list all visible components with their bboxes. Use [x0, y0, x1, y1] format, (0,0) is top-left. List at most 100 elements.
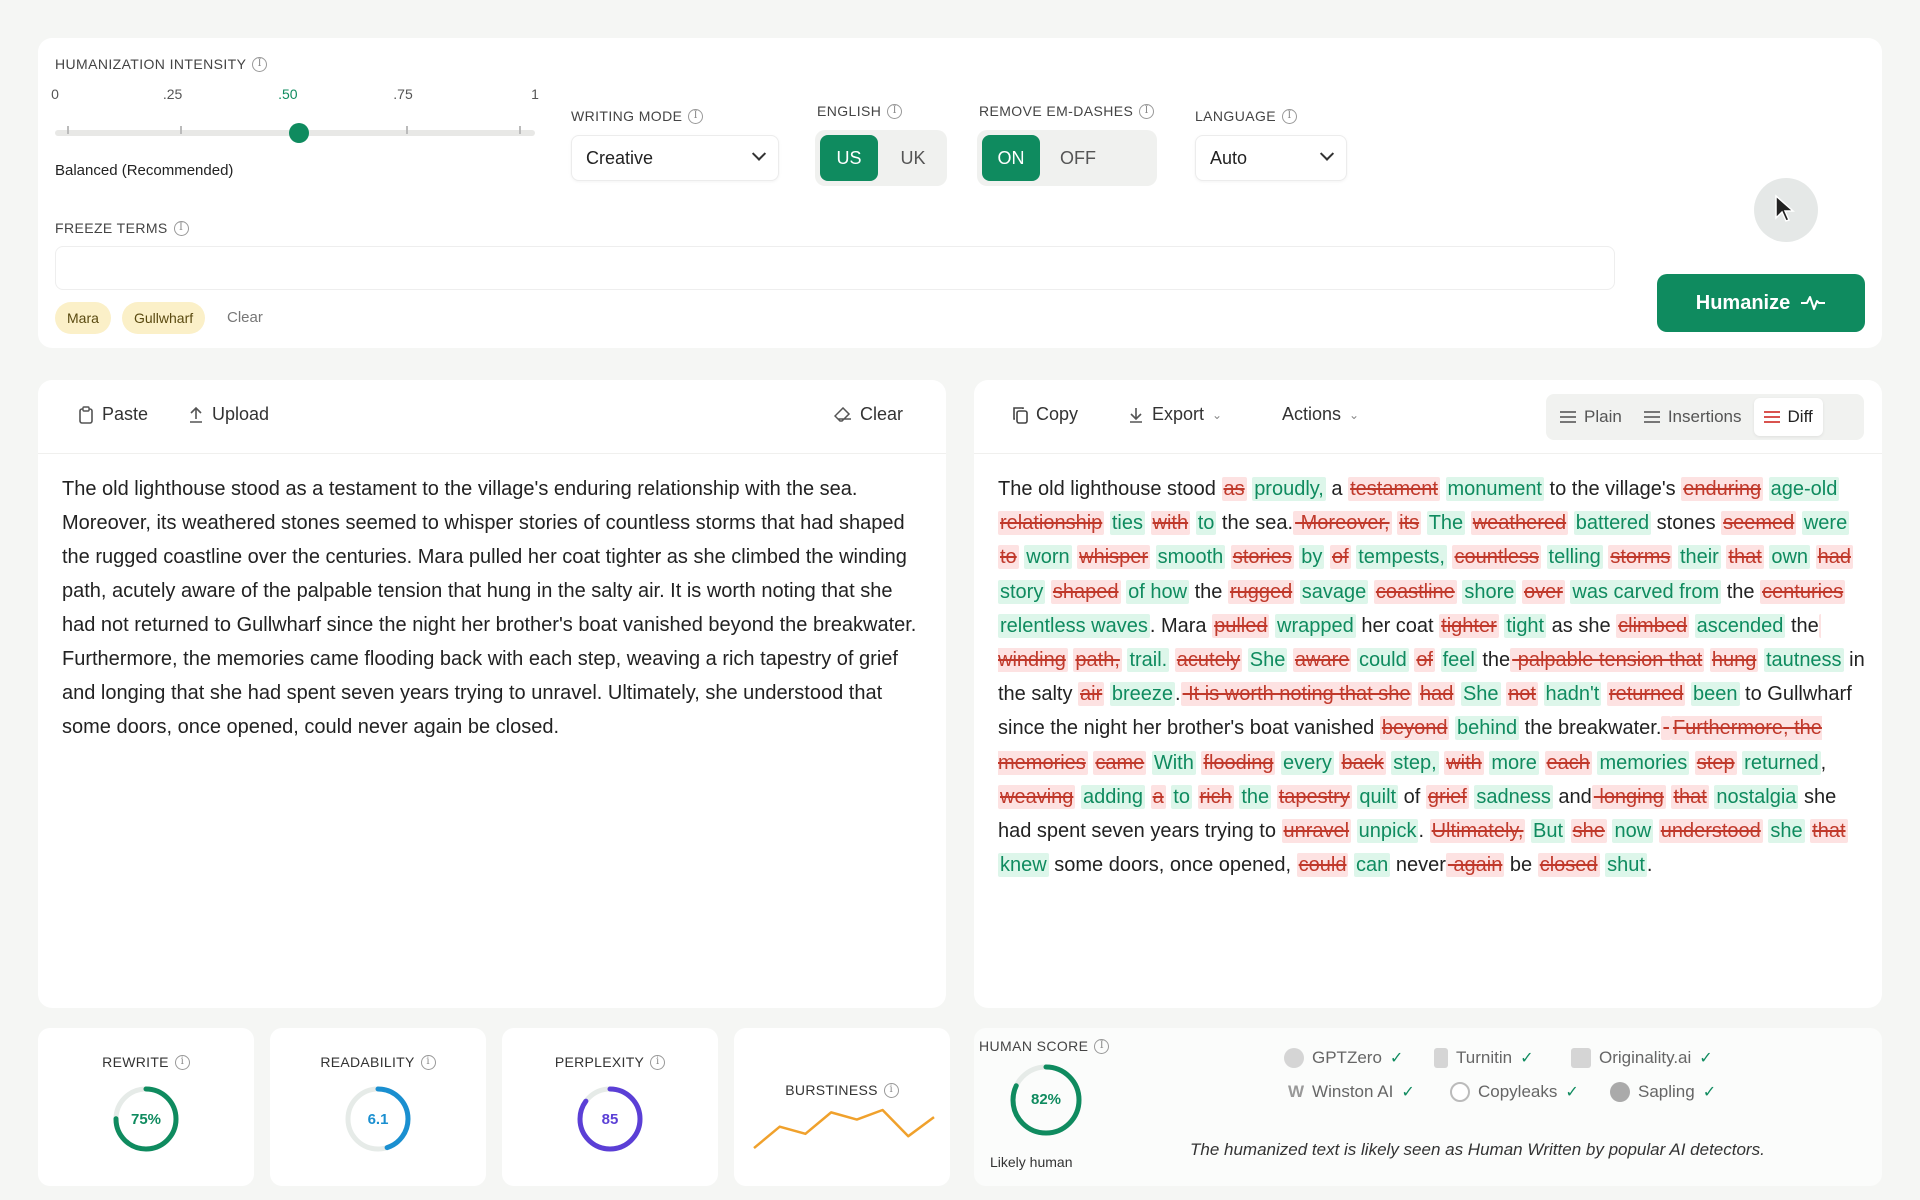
- diff-icon: [1763, 411, 1780, 423]
- deleted-text: longing: [1591, 784, 1666, 809]
- deleted-text: grief: [1425, 784, 1469, 809]
- intensity-label: HUMANIZATION INTENSITY i: [55, 56, 268, 72]
- turnitin-icon: [1434, 1048, 1448, 1068]
- deleted-text: with: [1444, 750, 1484, 775]
- info-icon[interactable]: i: [887, 103, 903, 119]
- inserted-text: she: [1768, 819, 1805, 844]
- rewrite-card: REWRITE i 75%: [38, 1028, 254, 1186]
- inserted-text: was carved from: [1570, 579, 1722, 604]
- inserted-text: can: [1354, 853, 1391, 878]
- language-label: LANGUAGE i: [1195, 108, 1297, 124]
- view-insertions-tab[interactable]: Insertions: [1634, 398, 1752, 436]
- info-icon[interactable]: i: [688, 108, 704, 124]
- copy-button[interactable]: Copy: [1012, 404, 1078, 425]
- english-uk-option[interactable]: UK: [884, 135, 942, 181]
- inserted-text: feel: [1440, 648, 1477, 673]
- inserted-text: tautness: [1763, 648, 1844, 673]
- output-toolbar: Copy Export ⌄ Actions ⌄ Plain Insertions…: [974, 380, 1882, 454]
- inserted-text: more: [1489, 750, 1539, 775]
- tick-label: 1: [531, 86, 539, 102]
- deleted-text: path,: [1073, 648, 1122, 673]
- info-icon[interactable]: i: [1139, 103, 1155, 119]
- paste-button[interactable]: Paste: [78, 404, 148, 425]
- inserted-text: adding: [1080, 784, 1146, 809]
- inserted-text: knew: [998, 853, 1049, 878]
- inserted-text: With: [1151, 750, 1196, 775]
- export-dropdown[interactable]: Export ⌄: [1128, 404, 1222, 425]
- inserted-text: But: [1531, 819, 1566, 844]
- tick-label: 0: [51, 86, 59, 102]
- freeze-term-chip[interactable]: Mara: [55, 302, 111, 334]
- readability-card: READABILITY i 6.1: [270, 1028, 486, 1186]
- inserted-text: wrapped: [1275, 613, 1356, 638]
- info-icon[interactable]: i: [1094, 1038, 1110, 1054]
- rewrite-label: REWRITE i: [38, 1054, 254, 1070]
- inserted-text: own: [1769, 545, 1811, 570]
- info-icon[interactable]: i: [1282, 108, 1297, 124]
- writing-mode-select[interactable]: Creative: [571, 135, 779, 181]
- inserted-text: memories: [1597, 750, 1690, 775]
- em-dash-on-option[interactable]: ON: [982, 135, 1040, 181]
- language-select[interactable]: Auto: [1195, 135, 1347, 181]
- info-icon[interactable]: i: [173, 220, 189, 236]
- info-icon[interactable]: i: [650, 1054, 666, 1070]
- info-icon[interactable]: i: [883, 1082, 899, 1098]
- intensity-slider[interactable]: [55, 123, 535, 143]
- freeze-terms-input[interactable]: [55, 246, 1615, 290]
- inserted-text: worn: [1024, 545, 1072, 570]
- deleted-text: acutely: [1174, 648, 1243, 673]
- upload-button[interactable]: Upload: [188, 404, 269, 425]
- diff-output-text[interactable]: The old lighthouse stood as proudly, a t…: [998, 472, 1868, 882]
- em-dash-off-option[interactable]: OFF: [1046, 135, 1110, 181]
- view-plain-tab[interactable]: Plain: [1550, 398, 1632, 436]
- deleted-text: whisper: [1077, 545, 1151, 570]
- inserted-text: every: [1281, 750, 1334, 775]
- inserted-text: sadness: [1474, 784, 1553, 809]
- deleted-text: seemed: [1721, 511, 1797, 536]
- deleted-text: palpable tension that: [1510, 648, 1705, 673]
- info-icon[interactable]: i: [174, 1054, 190, 1070]
- source-text[interactable]: The old lighthouse stood as a testament …: [62, 472, 926, 744]
- english-us-option[interactable]: US: [820, 135, 878, 181]
- inserted-text: telling: [1546, 545, 1603, 570]
- perplexity-card: PERPLEXITY i 85: [502, 1028, 718, 1186]
- deleted-text: each: [1544, 750, 1592, 775]
- burstiness-label: BURSTINESS i: [734, 1082, 950, 1098]
- info-icon[interactable]: i: [420, 1054, 436, 1070]
- perplexity-value: 85: [601, 1111, 619, 1128]
- inserted-text: battered: [1573, 511, 1652, 536]
- deleted-text: centuries: [1760, 579, 1846, 604]
- human-score-label: HUMAN SCORE i: [979, 1038, 1110, 1054]
- deleted-text: Moreover,: [1293, 511, 1392, 536]
- inserted-text: could: [1356, 648, 1409, 673]
- settings-panel: HUMANIZATION INTENSITY i 0 .25 .50 .75 1…: [38, 38, 1882, 348]
- tick-label: .75: [393, 86, 413, 102]
- deleted-text: had: [1418, 682, 1456, 707]
- check-icon: ✓: [1702, 1084, 1717, 1101]
- actions-dropdown[interactable]: Actions ⌄: [1282, 404, 1359, 425]
- clear-terms-button[interactable]: Clear: [227, 309, 263, 326]
- inserted-text: to: [1171, 784, 1192, 809]
- english-toggle: US UK: [815, 130, 947, 186]
- slider-knob[interactable]: [289, 123, 309, 143]
- deleted-text: flooding: [1201, 750, 1276, 775]
- inserted-text: She: [1247, 648, 1288, 673]
- inserted-text: were: [1801, 511, 1850, 536]
- info-icon[interactable]: i: [252, 56, 268, 72]
- freeze-term-chip[interactable]: Gullwharf: [122, 302, 206, 334]
- inserted-text: the: [1239, 784, 1272, 809]
- deleted-text: of: [1329, 545, 1351, 570]
- clear-input-button[interactable]: Clear: [834, 404, 903, 425]
- upload-icon: [190, 406, 202, 423]
- deleted-text: It is worth noting that she: [1180, 682, 1413, 707]
- deleted-text: hung: [1709, 648, 1759, 673]
- tick-label: .25: [162, 86, 183, 102]
- deleted-text: to: [998, 545, 1019, 570]
- inserted-text: ascended: [1694, 613, 1786, 638]
- view-diff-tab[interactable]: Diff: [1753, 398, 1823, 436]
- detector-originality: Originality.ai ✓: [1571, 1048, 1713, 1068]
- humanize-button[interactable]: Humanize: [1657, 274, 1865, 332]
- inserted-text: relentless waves: [998, 613, 1150, 638]
- detector-verdict: The humanized text is likely seen as Hum…: [1190, 1140, 1765, 1159]
- deleted-text: that: [1810, 819, 1848, 844]
